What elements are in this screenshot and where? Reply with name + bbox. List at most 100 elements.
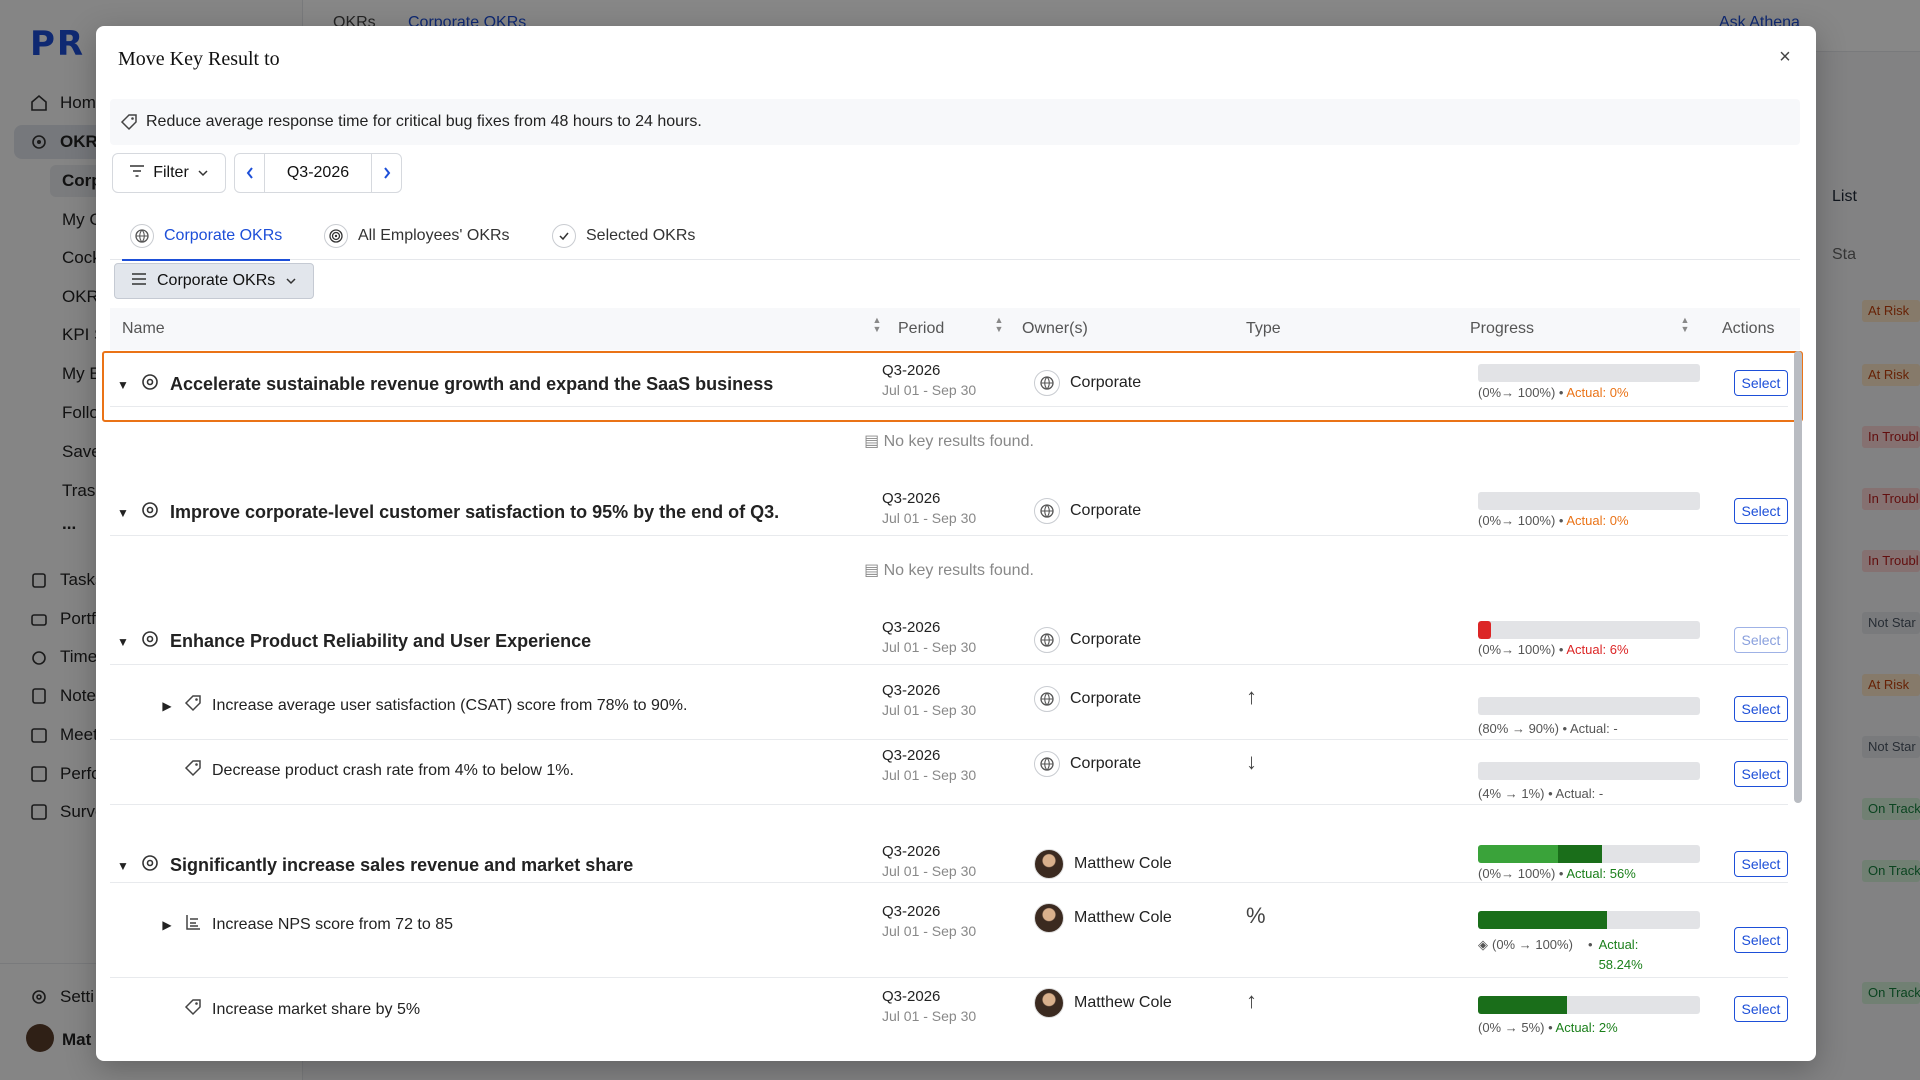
period-value: Q3-2026: [882, 682, 941, 699]
objective-name[interactable]: Improve corporate-level customer satisfa…: [170, 502, 779, 523]
select-button[interactable]: Select: [1734, 370, 1788, 396]
caret-right-icon[interactable]: ▶: [160, 699, 174, 713]
progress-actual: Actual: -: [1555, 786, 1604, 801]
move-key-result-dialog: Move Key Result to × Reduce average resp…: [96, 26, 1816, 1061]
progress-bar: [1478, 621, 1700, 639]
tab-label: Corporate OKRs: [164, 227, 283, 244]
target-icon: [324, 224, 348, 248]
arrow-down-icon: ↓: [1246, 749, 1257, 774]
column-period: Period: [898, 320, 945, 337]
percent-icon: %: [1246, 903, 1266, 928]
owner-cell: Corporate: [1034, 751, 1141, 777]
period-cell: Q3-2026 Jul 01 - Sep 30: [882, 988, 976, 1024]
owner-name: Corporate: [1070, 690, 1142, 707]
select-button[interactable]: Select: [1734, 927, 1788, 953]
period-cell: Q3-2026 Jul 01 - Sep 30: [882, 843, 976, 879]
progress-text: ◈ (0% → 100%) • Actual: 58.24%: [1478, 935, 1702, 975]
period-value: Q3-2026: [882, 619, 941, 636]
selected-key-result-banner: Reduce average response time for critica…: [110, 99, 1800, 145]
row-name: Decrease product crash rate from 4% to b…: [184, 759, 574, 782]
objective-name[interactable]: Accelerate sustainable revenue growth an…: [170, 374, 773, 395]
tag-icon: [184, 998, 202, 1021]
select-button[interactable]: Select: [1734, 996, 1788, 1022]
owner-name: Corporate: [1070, 755, 1142, 772]
table-row: ▼ Significantly increase sales revenue a…: [110, 843, 1788, 893]
select-button[interactable]: Select: [1734, 761, 1788, 787]
key-result-name[interactable]: Decrease product crash rate from 4% to b…: [212, 762, 574, 780]
period-value: Q3-2026: [882, 988, 941, 1005]
key-result-name[interactable]: Increase market share by 5%: [212, 1001, 420, 1019]
sort-icon[interactable]: ▲ ▼: [994, 316, 1004, 334]
empty-state: ▤ No key results found.: [110, 560, 1788, 580]
progress-bar: [1478, 492, 1700, 510]
period-dates: Jul 01 - Sep 30: [882, 923, 977, 939]
select-button[interactable]: Select: [1734, 696, 1788, 722]
chevron-left-icon[interactable]: [235, 154, 265, 192]
table-row: Decrease product crash rate from 4% to b…: [110, 747, 1788, 807]
objective-name[interactable]: Significantly increase sales revenue and…: [170, 855, 633, 876]
progress-range: (0%→ 100%): [1478, 385, 1556, 400]
select-button[interactable]: Select: [1734, 851, 1788, 877]
row-name: ▶ Increase average user satisfaction (CS…: [160, 694, 687, 717]
owner-cell: Corporate: [1034, 498, 1141, 524]
owner-name: Corporate: [1070, 631, 1142, 648]
caret-right-icon[interactable]: ▶: [160, 918, 174, 932]
progress-actual: Actual: -: [1569, 721, 1618, 736]
tab-all-employees-okrs[interactable]: All Employees' OKRs: [324, 212, 510, 260]
chevron-down-icon: [197, 164, 209, 182]
divider: [110, 406, 1788, 407]
tab-corporate-okrs[interactable]: Corporate OKRs: [121, 212, 291, 261]
period-value: Q3-2026: [882, 747, 941, 764]
owner-name: Corporate: [1070, 502, 1142, 519]
period-value: Q3-2026: [882, 362, 941, 379]
globe-icon: [1034, 686, 1060, 712]
tag-icon: [184, 694, 202, 717]
divider: [110, 739, 1788, 740]
chevron-right-icon[interactable]: [371, 154, 401, 192]
table-row: Increase market share by 5% Q3-2026 Jul 0…: [110, 988, 1788, 1056]
caret-down-icon[interactable]: ▼: [116, 635, 130, 649]
progress-text: (0% → 5%) • Actual: 2%: [1478, 1020, 1618, 1035]
period-label[interactable]: Q3-2026: [265, 164, 371, 182]
progress-actual: Actual: 56%: [1566, 866, 1636, 881]
sort-icon[interactable]: ▲ ▼: [1680, 316, 1690, 334]
filter-button[interactable]: Filter: [112, 153, 226, 193]
owner-name: Matthew Cole: [1074, 994, 1172, 1011]
owner-cell: Matthew Cole: [1034, 988, 1172, 1018]
period-dates: Jul 01 - Sep 30: [882, 510, 977, 526]
close-icon[interactable]: ×: [1772, 44, 1798, 70]
caret-down-icon[interactable]: ▼: [116, 378, 130, 392]
key-result-text: Reduce average response time for critica…: [146, 113, 702, 130]
globe-icon: [130, 224, 154, 248]
key-result-name[interactable]: Increase NPS score from 72 to 85: [212, 916, 453, 934]
select-button[interactable]: Select: [1734, 627, 1788, 653]
progress-range: (0%→ 100%): [1478, 642, 1556, 657]
scrollbar[interactable]: [1794, 351, 1802, 803]
progress-text: (80% → 90%) • Actual: -: [1478, 721, 1618, 736]
okr-view-dropdown[interactable]: Corporate OKRs: [114, 263, 314, 299]
period-dates: Jul 01 - Sep 30: [882, 702, 977, 718]
tab-selected-okrs[interactable]: Selected OKRs: [552, 212, 695, 260]
key-result-name[interactable]: Increase average user satisfaction (CSAT…: [212, 697, 687, 715]
table-row: ▼ Improve corporate-level customer satis…: [110, 490, 1788, 540]
progress-cell: (0% → 5%) • Actual: 2%: [1478, 996, 1702, 1035]
select-button[interactable]: Select: [1734, 498, 1788, 524]
progress-range: (0%→ 100%): [1478, 513, 1556, 528]
period-dates: Jul 01 - Sep 30: [882, 863, 977, 879]
period-value: Q3-2026: [882, 490, 941, 507]
sort-icon[interactable]: ▲ ▼: [872, 316, 882, 334]
caret-down-icon[interactable]: ▼: [116, 859, 130, 873]
dialog-title: Move Key Result to: [118, 48, 280, 70]
progress-bar: [1478, 697, 1700, 715]
progress-actual: Actual: 58.24%: [1598, 937, 1643, 972]
avatar: [1034, 988, 1064, 1018]
objective-name[interactable]: Enhance Product Reliability and User Exp…: [170, 631, 591, 652]
chevron-down-icon: [285, 272, 297, 290]
progress-bar: [1478, 845, 1700, 863]
avatar: [1034, 903, 1064, 933]
progress-bar: [1478, 364, 1700, 382]
progress-text: (0%→ 100%) • Actual: 56%: [1478, 866, 1636, 881]
globe-icon: [1034, 627, 1060, 653]
caret-down-icon[interactable]: ▼: [116, 506, 130, 520]
progress-cell: (80% → 90%) • Actual: -: [1478, 697, 1702, 736]
